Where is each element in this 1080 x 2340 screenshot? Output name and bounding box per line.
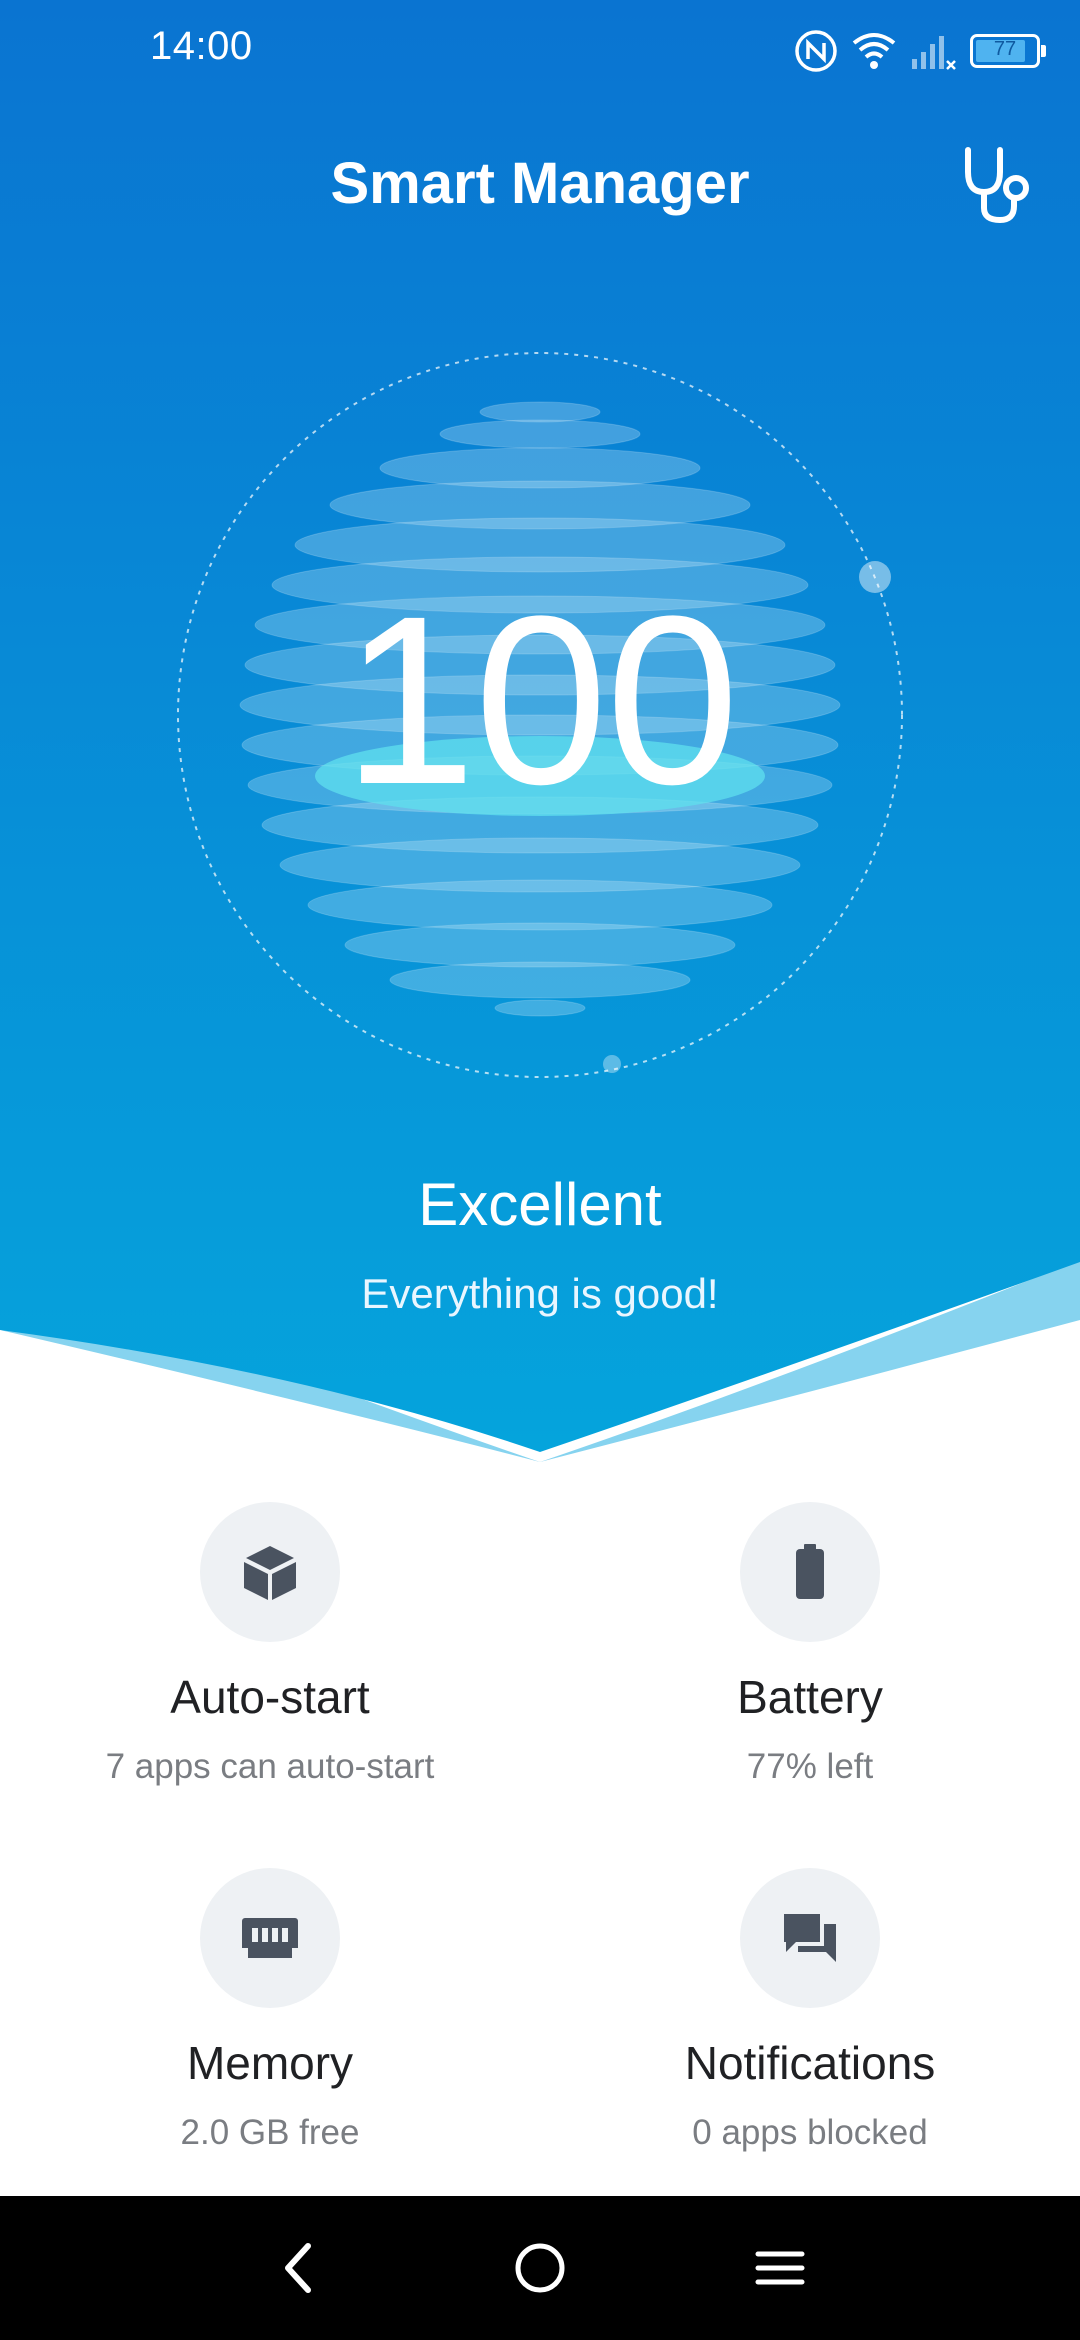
memory-chip-icon xyxy=(242,1918,298,1958)
nfc-icon xyxy=(795,30,837,72)
auto-start-label: Auto-start xyxy=(170,1671,370,1723)
status-time: 14:00 xyxy=(150,24,253,68)
health-message: Everything is good! xyxy=(361,1270,719,1317)
battery-tile[interactable]: Battery 77% left xyxy=(540,1502,1080,1862)
stethoscope-icon xyxy=(965,147,1029,224)
memory-tile[interactable]: Memory 2.0 GB free xyxy=(0,1868,540,2228)
status-icons: 77 xyxy=(794,26,1046,76)
home-icon xyxy=(515,2243,565,2293)
battery-icon-circle xyxy=(740,1502,880,1642)
diagnose-button[interactable] xyxy=(950,140,1040,230)
auto-start-sub: 7 apps can auto-start xyxy=(105,1747,435,1786)
notifications-icon-circle xyxy=(740,1868,880,2008)
memory-sub: 2.0 GB free xyxy=(180,2113,360,2152)
menu-icon xyxy=(755,2251,805,2285)
navigation-bar xyxy=(0,2196,1080,2340)
app-title: Smart Manager xyxy=(330,151,750,216)
menu-button[interactable] xyxy=(740,2228,820,2308)
auto-start-tile[interactable]: Auto-start 7 apps can auto-start xyxy=(0,1502,540,1862)
health-status: Excellent xyxy=(418,1171,662,1238)
status-bar: 14:00 77 xyxy=(0,0,1080,100)
home-button[interactable] xyxy=(500,2228,580,2308)
chat-icon xyxy=(784,1914,836,1962)
battery-sub: 77% left xyxy=(746,1747,874,1786)
health-score: 100 xyxy=(342,566,739,834)
memory-label: Memory xyxy=(186,2037,354,2089)
back-icon xyxy=(285,2243,311,2293)
signal-icon xyxy=(912,36,956,70)
memory-icon-circle xyxy=(200,1868,340,2008)
notifications-label: Notifications xyxy=(684,2037,936,2089)
auto-start-icon-circle xyxy=(200,1502,340,1642)
hero-section: 14:00 77 Smart Manager 100 Excellent Eve… xyxy=(0,0,1080,1480)
wifi-icon xyxy=(852,33,896,69)
battery-icon xyxy=(796,1544,824,1599)
battery-level-text: 77 xyxy=(993,38,1017,60)
battery-status-icon: 77 xyxy=(970,34,1046,68)
battery-label: Battery xyxy=(737,1671,883,1723)
notifications-sub: 0 apps blocked xyxy=(692,2113,928,2152)
notifications-tile[interactable]: Notifications 0 apps blocked xyxy=(540,1868,1080,2228)
cube-icon xyxy=(244,1546,296,1600)
back-button[interactable] xyxy=(260,2228,340,2308)
